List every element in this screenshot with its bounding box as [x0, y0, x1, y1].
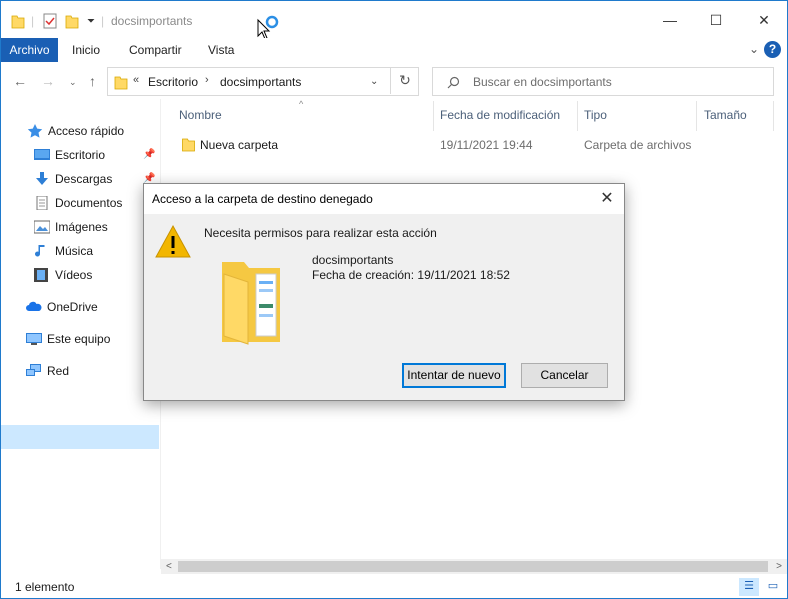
tab-compartir[interactable]: Compartir: [129, 38, 182, 62]
status-bar: 1 elemento ☰ ▭: [1, 575, 787, 598]
cancel-button[interactable]: Cancelar: [521, 363, 608, 388]
dialog-title: Acceso a la carpeta de destino denegado: [152, 192, 373, 206]
folder-icon: [114, 76, 128, 90]
tab-archivo[interactable]: Archivo: [1, 38, 58, 62]
breadcrumb-overflow[interactable]: «: [133, 74, 139, 86]
scrollbar-thumb[interactable]: [178, 561, 768, 572]
title-bar: | ⏷ | docsimportants — ☐ ✕: [1, 1, 787, 39]
item-count: 1 elemento: [15, 580, 75, 594]
dialog-title-bar: Acceso a la carpeta de destino denegado …: [144, 184, 624, 214]
scroll-right-icon[interactable]: >: [776, 559, 782, 574]
breadcrumb-current[interactable]: docsimportants: [220, 75, 301, 89]
horizontal-scrollbar[interactable]: < >: [161, 559, 787, 574]
up-arrow-icon[interactable]: ↑: [89, 73, 96, 89]
selected-highlight: [1, 425, 159, 449]
dialog-close-button[interactable]: ✕: [594, 187, 620, 211]
pictures-icon: [34, 220, 50, 234]
address-dropdown-icon[interactable]: ⌄: [370, 76, 378, 87]
video-icon: [34, 268, 48, 282]
navigation-pane: Acceso rápido Escritorio 📌 Descargas 📌 D…: [1, 99, 161, 569]
properties-icon[interactable]: [43, 12, 57, 30]
expand-ribbon-icon[interactable]: ⌄: [749, 42, 759, 56]
star-icon: [27, 124, 43, 138]
tab-inicio[interactable]: Inicio: [72, 38, 100, 62]
dialog-item-name: docsimportants: [312, 253, 394, 267]
pin-icon: 📌: [143, 149, 156, 160]
maximize-button[interactable]: ☐: [693, 1, 739, 39]
warning-icon: [155, 224, 191, 258]
folder-icon: [11, 12, 25, 30]
network-icon: [26, 364, 41, 376]
desktop-icon: [34, 149, 50, 160]
column-header-name[interactable]: Nombre: [179, 108, 222, 122]
search-input[interactable]: [473, 74, 763, 90]
new-folder-icon[interactable]: [65, 12, 79, 30]
column-header-size[interactable]: Tamaño: [704, 108, 747, 122]
file-modified: 19/11/2021 19:44: [440, 138, 533, 152]
close-button[interactable]: ✕: [741, 1, 787, 39]
sort-ascending-icon: ^: [299, 99, 304, 109]
details-view-icon[interactable]: ☰: [739, 578, 759, 596]
explorer-window: | ⏷ | docsimportants — ☐ ✕ Archivo Inici…: [0, 0, 788, 599]
file-name[interactable]: Nueva carpeta: [200, 138, 278, 152]
help-button[interactable]: ?: [764, 41, 781, 58]
recent-locations-icon[interactable]: ⌄: [69, 77, 77, 88]
computer-icon: [26, 333, 42, 345]
music-icon: [35, 245, 45, 257]
large-icons-view-icon[interactable]: ▭: [763, 578, 783, 596]
address-bar[interactable]: « Escritorio › docsimportants ⌄: [107, 67, 419, 96]
customize-toolbar-icon[interactable]: ⏷: [87, 12, 95, 30]
refresh-icon[interactable]: ↻: [390, 67, 419, 94]
breadcrumb-escritorio[interactable]: Escritorio: [148, 75, 198, 89]
ribbon-tabs: Archivo Inicio Compartir Vista ⌄ ?: [1, 38, 787, 62]
column-header-type[interactable]: Tipo: [584, 108, 607, 122]
scroll-left-icon[interactable]: <: [166, 559, 172, 574]
file-type: Carpeta de archivos: [584, 138, 692, 152]
retry-button[interactable]: Intentar de nuevo: [402, 363, 506, 388]
dialog-item-date: Fecha de creación: 19/11/2021 18:52: [312, 268, 510, 282]
document-icon: [36, 196, 48, 210]
back-arrow-icon[interactable]: ←: [13, 73, 27, 89]
navigation-bar: ← → ⌄ ↑ « Escritorio › docsimportants ⌄ …: [1, 63, 787, 99]
minimize-button[interactable]: —: [647, 1, 693, 39]
window-title: docsimportants: [111, 14, 193, 28]
search-box[interactable]: [432, 67, 774, 96]
download-icon: [36, 172, 48, 185]
folder-icon: [182, 138, 195, 152]
search-icon: [447, 76, 460, 89]
large-folder-icon: [222, 262, 280, 345]
tab-vista[interactable]: Vista: [208, 38, 234, 62]
column-header-modified[interactable]: Fecha de modificación: [440, 108, 560, 122]
cloud-icon: [26, 301, 42, 311]
dialog-message: Necesita permisos para realizar esta acc…: [204, 226, 437, 240]
forward-arrow-icon[interactable]: →: [41, 73, 55, 89]
access-denied-dialog: Acceso a la carpeta de destino denegado …: [143, 183, 625, 401]
breadcrumb-separator: ›: [205, 74, 209, 86]
